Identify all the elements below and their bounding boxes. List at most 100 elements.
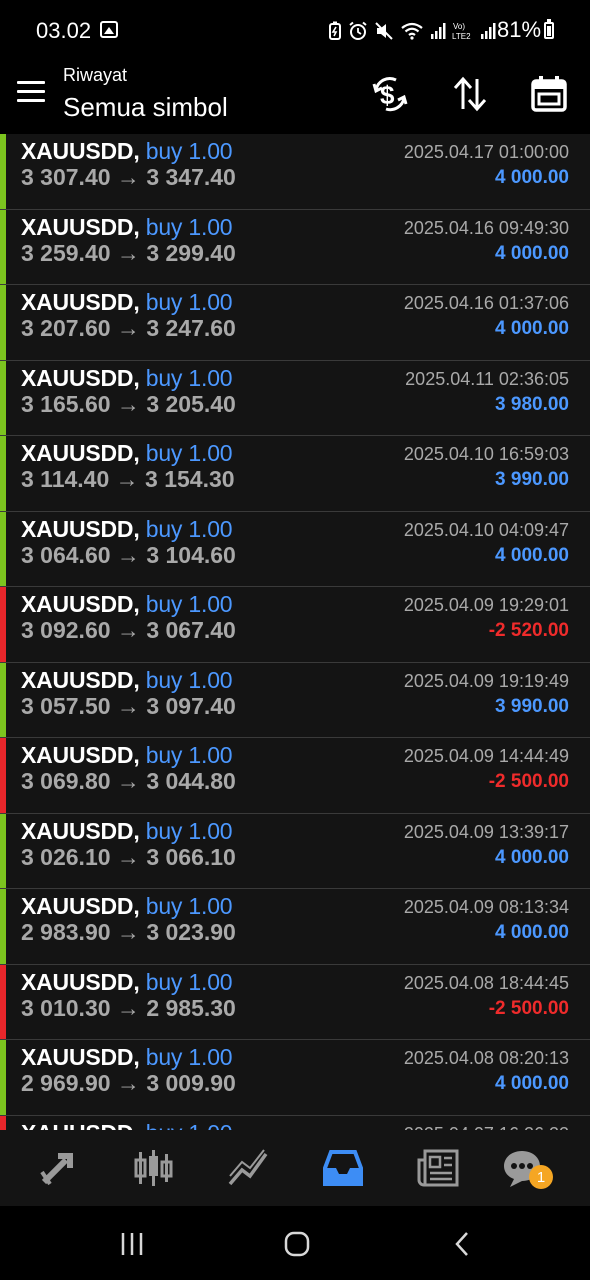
trade-symbol: XAUUSDD xyxy=(21,364,134,391)
trade-row[interactable]: XAUUSDD, buy 1.00 3 114.40 → 3 154.30 2025… xyxy=(0,436,590,512)
trade-symbol: XAUUSDD xyxy=(21,666,134,693)
open-price: 3 259.40 xyxy=(21,239,111,266)
trade-history-list[interactable]: XAUUSDD, buy 1.00 3 307.40 → 3 347.40 2025… xyxy=(0,134,590,1130)
trade-symbol: XAUUSDD xyxy=(21,1044,134,1070)
open-price: 3 057.50 xyxy=(21,692,111,719)
trade-row[interactable]: XAUUSDD, buy 1.00 3 259.40 → 3 299.40 2025… xyxy=(0,209,590,285)
status-icons: Vo) LTE2 xyxy=(328,18,496,44)
open-price: 2 983.90 xyxy=(21,919,111,945)
trade-time: 2025.04.10 04:09:47 xyxy=(403,519,569,540)
result-indicator xyxy=(0,209,6,284)
trade-symbol-line: XAUUSDD, buy 1.00 xyxy=(21,893,233,919)
nav-trade[interactable] xyxy=(34,1144,82,1192)
trade-symbol: XAUUSDD xyxy=(21,591,134,617)
alarm-icon xyxy=(349,21,367,40)
trade-symbol: XAUUSDD xyxy=(21,440,134,466)
trade-row[interactable]: XAUUSDD, buy 1.00 3 207.60 → 3 247.60 2025… xyxy=(0,285,590,361)
chart-icon xyxy=(228,1149,268,1186)
trade-row[interactable]: XAUUSDD, buy 1.00 3 010.30 → 2 985.30 2025… xyxy=(0,964,590,1040)
arrow-right-icon: → xyxy=(110,843,147,870)
svg-text:LTE2: LTE2 xyxy=(452,32,471,41)
trade-symbol-line: XAUUSDD, buy 1.00 xyxy=(21,1044,233,1070)
app-header: Riwayat Semua simbol $ xyxy=(0,58,590,134)
close-price: 3 205.40 xyxy=(146,390,236,417)
deposit-filter-button[interactable]: $ xyxy=(368,72,412,116)
nav-chart[interactable] xyxy=(224,1144,272,1192)
trade-prices: 3 010.30 → 2 985.30 xyxy=(21,995,236,1022)
trade-row[interactable]: XAUUSDD, buy 1.00 3 092.60 → 3 067.40 2025… xyxy=(0,587,590,663)
close-price: 3 104.60 xyxy=(146,541,236,568)
menu-icon[interactable] xyxy=(17,81,45,103)
quotes-icon xyxy=(134,1150,173,1186)
back-button[interactable] xyxy=(443,1224,483,1264)
trade-row[interactable]: XAUUSDD, buy 1.00 3 165.60 → 3 205.40 2025… xyxy=(0,360,590,436)
trade-profit: 4 000.00 xyxy=(495,167,569,188)
result-indicator xyxy=(0,1115,6,1130)
trade-profit: 4 000.00 xyxy=(495,1073,569,1094)
recent-apps-button[interactable] xyxy=(112,1224,152,1264)
close-price: 3 097.40 xyxy=(146,692,236,719)
trade-row[interactable]: XAUUSDD, buy 1.00 3 064.60 → 3 104.60 2025… xyxy=(0,511,590,587)
trade-time: 2025.04.16 01:37:06 xyxy=(403,293,569,313)
trade-profit: -2 500.00 xyxy=(488,771,569,792)
open-price: 3 069.80 xyxy=(21,768,111,794)
arrow-right-icon: → xyxy=(110,919,147,945)
trade-side: buy 1.00 xyxy=(145,968,233,995)
sort-arrows-icon xyxy=(453,76,487,112)
open-price: 2 969.90 xyxy=(21,1070,111,1096)
trade-symbol: XAUUSDD xyxy=(21,515,134,542)
nav-history[interactable] xyxy=(319,1144,367,1192)
battery-saver-icon xyxy=(329,21,341,40)
trade-profit: 3 990.00 xyxy=(495,695,569,717)
result-indicator xyxy=(0,964,6,1039)
trade-symbol-line: XAUUSDD, buy 1.00 xyxy=(21,138,233,164)
arrow-right-icon: → xyxy=(110,994,147,1021)
trade-row[interactable]: XAUUSDD, buy 1.00 3 026.10 → 3 066.10 2025… xyxy=(0,813,590,889)
open-price: 3 165.60 xyxy=(21,390,111,417)
close-price: 3 067.40 xyxy=(146,617,236,643)
mute-icon xyxy=(375,22,393,40)
trade-symbol: XAUUSDD xyxy=(21,289,134,315)
trade-profit: 3 990.00 xyxy=(495,469,569,490)
svg-text:$: $ xyxy=(380,80,395,110)
trade-side: buy 1.00 xyxy=(145,742,233,768)
nav-news[interactable] xyxy=(414,1144,462,1192)
arrow-right-icon: → xyxy=(110,164,147,190)
trade-row[interactable]: XAUUSDD, buy 1.002025.04.07 16:26:22 xyxy=(0,1115,590,1131)
trade-time: 2025.04.11 02:36:05 xyxy=(405,368,569,389)
trade-side: buy 1.00 xyxy=(145,817,233,844)
trade-row[interactable]: XAUUSDD, buy 1.00 3 057.50 → 3 097.40 2025… xyxy=(0,662,590,738)
trade-profit: -2 500.00 xyxy=(488,997,569,1019)
trade-row[interactable]: XAUUSDD, buy 1.00 3 307.40 → 3 347.40 2025… xyxy=(0,134,590,210)
trade-profit: -2 520.00 xyxy=(488,620,569,641)
sort-button[interactable] xyxy=(448,72,492,116)
header-title[interactable]: Semua simbol xyxy=(63,92,228,123)
wifi-icon xyxy=(401,22,423,40)
trade-row[interactable]: XAUUSDD, buy 1.00 3 069.80 → 3 044.80 2025… xyxy=(0,738,590,814)
trade-side: buy 1.00 xyxy=(145,666,233,693)
trade-symbol-line: XAUUSDD, buy 1.00 xyxy=(21,1120,233,1131)
news-icon xyxy=(417,1149,459,1187)
trade-prices: 3 165.60 → 3 205.40 xyxy=(21,391,236,418)
chat-badge: 1 xyxy=(529,1165,553,1189)
trade-prices: 2 983.90 → 3 023.90 xyxy=(21,919,236,946)
arrow-right-icon: → xyxy=(110,768,147,794)
trade-prices: 3 057.50 → 3 097.40 xyxy=(21,693,236,720)
trade-row[interactable]: XAUUSDD, buy 1.00 2 969.90 → 3 009.90 2025… xyxy=(0,1040,590,1116)
trade-symbol-line: XAUUSDD, buy 1.00 xyxy=(21,742,233,768)
trade-symbol-line: XAUUSDD, buy 1.00 xyxy=(21,440,233,466)
bottom-navigation xyxy=(0,1130,590,1206)
trade-prices: 3 064.60 → 3 104.60 xyxy=(21,542,236,569)
calendar-button[interactable] xyxy=(527,72,571,116)
trade-time: 2025.04.09 19:29:01 xyxy=(403,595,569,615)
trade-symbol: XAUUSDD xyxy=(21,1120,134,1131)
nav-quotes[interactable] xyxy=(129,1144,177,1192)
open-price: 3 307.40 xyxy=(21,164,111,190)
trade-symbol: XAUUSDD xyxy=(21,817,134,844)
home-button[interactable] xyxy=(277,1224,317,1264)
trade-side: buy 1.00 xyxy=(146,1120,233,1131)
recent-apps-icon xyxy=(121,1233,143,1255)
gallery-notification-icon xyxy=(100,21,118,38)
trade-prices: 3 092.60 → 3 067.40 xyxy=(21,617,236,644)
trade-row[interactable]: XAUUSDD, buy 1.00 2 983.90 → 3 023.90 2025… xyxy=(0,889,590,965)
